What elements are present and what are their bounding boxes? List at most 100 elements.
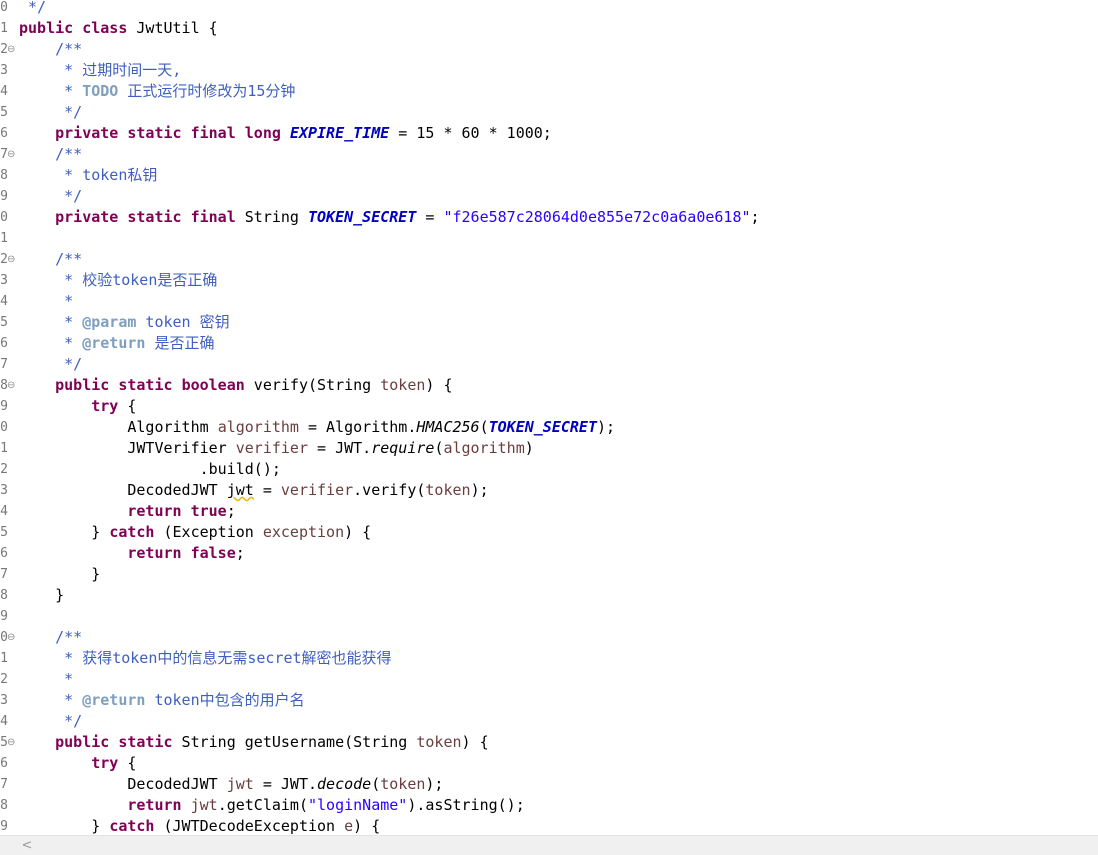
code-token: token xyxy=(425,481,471,499)
code-line[interactable]: 9 } catch (JWTDecodeException e) { xyxy=(0,816,1098,835)
line-number: 8 xyxy=(0,168,8,183)
code-token: "f26e587c28064d0e855e72c0a6a0e618" xyxy=(443,208,751,226)
code-token: String getUsername(String xyxy=(172,733,417,751)
code-token: .verify( xyxy=(353,481,426,499)
line-number: 9 xyxy=(0,819,8,834)
code-token: verifier xyxy=(280,481,354,499)
code-token: EXPIRE_TIME xyxy=(289,124,390,142)
code-line[interactable]: 6 return false; xyxy=(0,543,1098,564)
code-token: try xyxy=(91,754,119,772)
code-line[interactable]: 1 public class JwtUtil { xyxy=(0,18,1098,39)
code-token: public xyxy=(55,733,110,751)
code-token: } xyxy=(19,586,65,604)
code-line[interactable]: 4 * TODO 正式运行时修改为15分钟 xyxy=(0,81,1098,102)
code-line[interactable]: 1 JWTVerifier verifier = JWT.require(alg… xyxy=(0,438,1098,459)
code-text: private static final String TOKEN_SECRET… xyxy=(19,207,759,228)
code-token: (Exception xyxy=(154,523,263,541)
code-token: .build(); xyxy=(19,460,281,478)
code-line[interactable]: 8 * token私钥 xyxy=(0,165,1098,186)
code-token: JWTVerifier xyxy=(19,439,236,457)
code-line[interactable]: 6 try { xyxy=(0,753,1098,774)
code-line[interactable]: 8 ⊖ public static boolean verify(String t… xyxy=(0,375,1098,396)
code-token: } xyxy=(19,817,110,835)
code-token: */ xyxy=(19,187,83,205)
fold-collapse-icon[interactable]: ⊖ xyxy=(7,249,15,270)
code-line[interactable]: 6 private static final long EXPIRE_TIME … xyxy=(0,123,1098,144)
fold-collapse-icon[interactable]: ⊖ xyxy=(7,732,15,753)
code-line[interactable]: 3 * 校验token是否正确 xyxy=(0,270,1098,291)
code-line[interactable]: 4 * xyxy=(0,291,1098,312)
code-token: return xyxy=(127,796,182,814)
code-token: * xyxy=(19,691,83,709)
code-token: private xyxy=(55,124,119,142)
code-line[interactable]: 9 */ xyxy=(0,186,1098,207)
code-text: * @return 是否正确 xyxy=(19,333,214,354)
horizontal-scrollbar[interactable]: < xyxy=(0,835,1098,855)
code-token: } xyxy=(19,565,101,583)
code-line[interactable]: 3 * 过期时间一天, xyxy=(0,60,1098,81)
fold-collapse-icon[interactable]: ⊖ xyxy=(7,39,15,60)
code-token: /** xyxy=(55,145,83,163)
code-line[interactable]: 5 } catch (Exception exception) { xyxy=(0,522,1098,543)
code-text: DecodedJWT jwt = JWT.decode(token); xyxy=(19,774,443,795)
code-line[interactable]: 8 return jwt.getClaim("loginName").asStr… xyxy=(0,795,1098,816)
code-line[interactable]: 7 DecodedJWT jwt = JWT.decode(token); xyxy=(0,774,1098,795)
code-line[interactable]: 5 */ xyxy=(0,102,1098,123)
code-line[interactable]: 7 } xyxy=(0,564,1098,585)
code-line[interactable]: 5 ⊖ public static String getUsername(Stri… xyxy=(0,732,1098,753)
code-text: */ xyxy=(19,711,82,732)
code-token: ( xyxy=(371,775,381,793)
fold-collapse-icon[interactable]: ⊖ xyxy=(7,144,15,165)
code-line[interactable]: 2 ⊖ /** xyxy=(0,249,1098,270)
code-token: private xyxy=(55,208,119,226)
code-token: return xyxy=(127,502,182,520)
code-line[interactable]: 0 private static final String TOKEN_SECR… xyxy=(0,207,1098,228)
fold-collapse-icon[interactable]: ⊖ xyxy=(7,627,15,648)
code-line[interactable]: 9 try { xyxy=(0,396,1098,417)
code-line[interactable]: 9 xyxy=(0,606,1098,627)
code-token: token中包含的用户名 xyxy=(145,691,305,709)
code-text: try { xyxy=(19,753,136,774)
code-token: /** xyxy=(55,40,83,58)
code-line[interactable]: 4 return true; xyxy=(0,501,1098,522)
code-token: ); xyxy=(470,481,489,499)
code-line[interactable]: 3 DecodedJWT jwt = verifier.verify(token… xyxy=(0,480,1098,501)
scroll-left-arrow-icon[interactable]: < xyxy=(20,836,34,855)
code-text: * token私钥 xyxy=(19,165,157,186)
code-token: DecodedJWT xyxy=(19,481,227,499)
code-line[interactable]: 0 Algorithm algorithm = Algorithm.HMAC25… xyxy=(0,417,1098,438)
code-line[interactable]: 4 */ xyxy=(0,711,1098,732)
code-token: TOKEN_SECRET xyxy=(308,208,417,226)
code-line[interactable]: 6 * @return 是否正确 xyxy=(0,333,1098,354)
code-token: algorithm xyxy=(443,439,525,457)
code-line[interactable]: 3 * @return token中包含的用户名 xyxy=(0,690,1098,711)
code-token: ; xyxy=(235,544,245,562)
code-line[interactable]: 0 */ xyxy=(0,0,1098,18)
code-token: @return xyxy=(82,334,146,352)
code-line[interactable]: 2 ⊖ /** xyxy=(0,39,1098,60)
code-editor[interactable]: 0 */1 public class JwtUtil {2 ⊖ /** 3 * 过期时… xyxy=(0,0,1098,835)
code-text: .build(); xyxy=(19,459,281,480)
code-token: ) { xyxy=(425,376,453,394)
code-line[interactable]: 7 */ xyxy=(0,354,1098,375)
code-line[interactable]: 1 xyxy=(0,228,1098,249)
code-line[interactable]: 5 * @param token 密钥 xyxy=(0,312,1098,333)
code-token: exception xyxy=(262,523,345,541)
code-token: = JWT. xyxy=(308,439,372,457)
code-line[interactable]: 2 .build(); xyxy=(0,459,1098,480)
code-token: * xyxy=(19,313,83,331)
code-line[interactable]: 8 } xyxy=(0,585,1098,606)
code-line[interactable]: 1 * 获得token中的信息无需secret解密也能获得 xyxy=(0,648,1098,669)
fold-collapse-icon[interactable]: ⊖ xyxy=(7,375,15,396)
code-token: ) xyxy=(524,439,534,457)
code-line[interactable]: 7 ⊖ /** xyxy=(0,144,1098,165)
code-line[interactable]: 0 ⊖ /** xyxy=(0,627,1098,648)
code-text: public static boolean verify(String toke… xyxy=(19,375,453,396)
code-line[interactable]: 2 * xyxy=(0,669,1098,690)
code-token: @return xyxy=(82,691,146,709)
